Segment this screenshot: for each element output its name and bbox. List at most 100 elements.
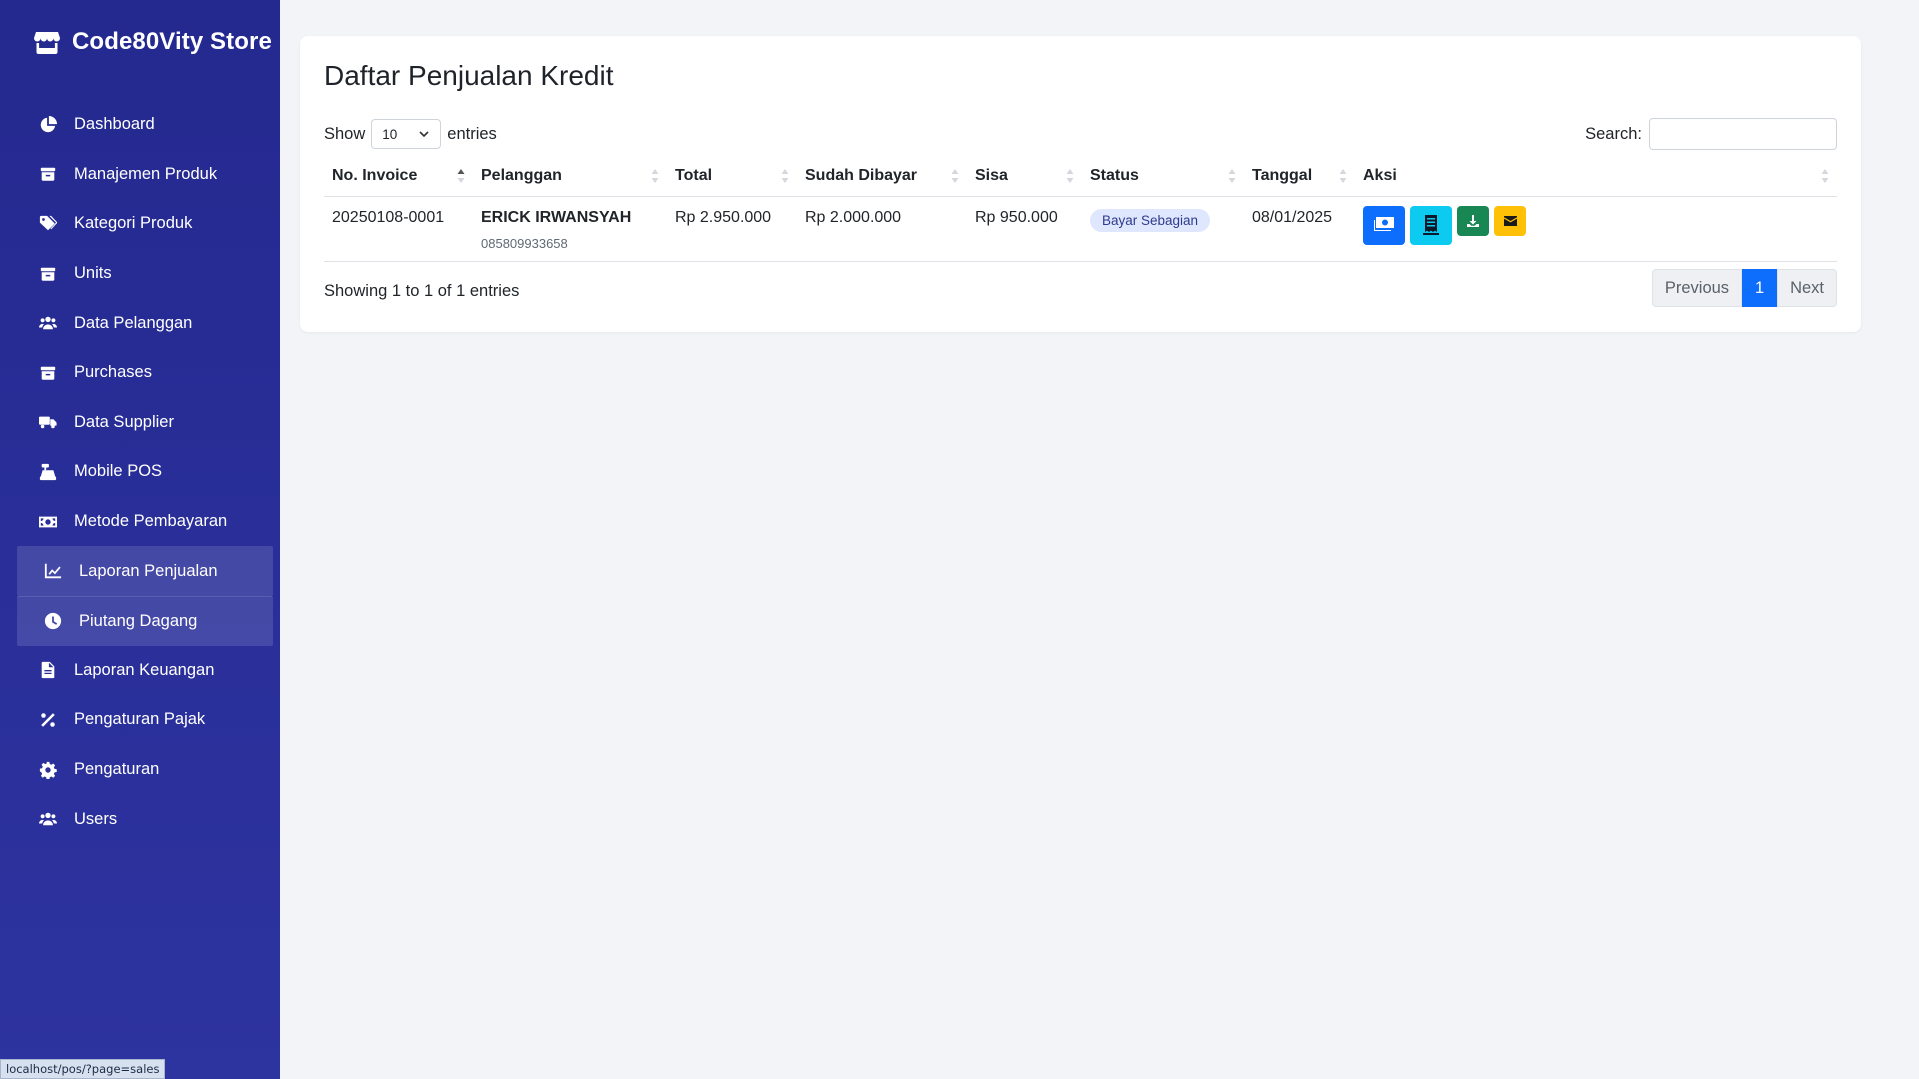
sidebar-item-piutang-dagang[interactable]: Piutang Dagang	[17, 595, 273, 646]
send-email-button[interactable]	[1494, 205, 1526, 236]
sidebar-item-label: Manajemen Produk	[74, 164, 218, 183]
sort-icon	[1339, 168, 1347, 183]
row-actions	[1363, 205, 1829, 245]
pagination-page-1[interactable]: 1	[1742, 269, 1778, 307]
clock-icon	[43, 611, 63, 631]
sidebar-item-label: Pengaturan	[74, 760, 160, 779]
cell-paid: Rp 2.000.000	[797, 196, 967, 262]
chevron-down-icon	[419, 131, 429, 138]
credit-sales-table: No. Invoice Pelanggan Total Sudah Dibaya…	[324, 156, 1837, 262]
sidebar-item-data-supplier[interactable]: Data Supplier	[0, 398, 280, 448]
cash-register-icon	[38, 462, 58, 482]
box-icon	[38, 264, 58, 284]
column-header-total[interactable]: Total	[667, 156, 797, 197]
file-icon	[38, 660, 58, 680]
table-row: 20250108-0001 ERICK IRWANSYAH 0858099336…	[324, 196, 1837, 262]
tags-icon	[38, 214, 58, 234]
sidebar-item-label: Units	[74, 264, 112, 283]
gear-icon	[38, 760, 58, 780]
sidebar-item-label: Dashboard	[74, 115, 155, 134]
search-input[interactable]	[1649, 118, 1837, 150]
entries-label: entries	[447, 124, 497, 143]
column-header-paid[interactable]: Sudah Dibayar	[797, 156, 967, 197]
entries-select-value: 10	[382, 126, 398, 142]
credit-sales-card: Daftar Penjualan Kredit Show 10 entries …	[300, 36, 1861, 332]
sidebar-item-purchases[interactable]: Purchases	[0, 348, 280, 398]
sort-icon	[651, 168, 659, 183]
sort-icon	[1066, 168, 1074, 183]
column-header-actions[interactable]: Aksi	[1355, 156, 1837, 197]
sidebar-item-label: Purchases	[74, 363, 152, 382]
search-control: Search:	[1585, 118, 1837, 150]
users-icon	[38, 809, 58, 829]
browser-status-url: localhost/pos/?page=sales	[0, 1059, 166, 1079]
show-label: Show	[324, 124, 366, 143]
sort-icon	[951, 168, 959, 183]
column-header-invoice[interactable]: No. Invoice	[324, 156, 473, 197]
entries-select[interactable]: 10	[371, 119, 442, 149]
line-chart-icon	[43, 561, 63, 581]
sidebar: Code80Vity Store Dashboard Manajemen Pro…	[0, 0, 280, 1079]
column-header-status[interactable]: Status	[1082, 156, 1244, 197]
column-header-customer[interactable]: Pelanggan	[473, 156, 667, 197]
sidebar-item-dashboard[interactable]: Dashboard	[0, 100, 280, 150]
sidebar-item-kategori-produk[interactable]: Kategori Produk	[0, 199, 280, 249]
cell-invoice: 20250108-0001	[324, 196, 473, 262]
sidebar-item-label: Piutang Dagang	[79, 611, 198, 630]
cell-actions	[1355, 196, 1837, 262]
pagination-next[interactable]: Next	[1777, 269, 1837, 307]
cell-customer: ERICK IRWANSYAH 085809933658	[473, 196, 667, 262]
page-title: Daftar Penjualan Kredit	[324, 60, 614, 91]
download-button[interactable]	[1457, 205, 1489, 236]
sidebar-item-laporan-keuangan[interactable]: Laporan Keuangan	[0, 646, 280, 696]
sidebar-item-label: Laporan Penjualan	[79, 561, 218, 580]
brand[interactable]: Code80Vity Store	[0, 0, 280, 84]
sidebar-item-manajemen-produk[interactable]: Manajemen Produk	[0, 150, 280, 200]
sidebar-item-data-pelanggan[interactable]: Data Pelanggan	[0, 298, 280, 348]
table-header-row: No. Invoice Pelanggan Total Sudah Dibaya…	[324, 156, 1837, 197]
pay-button[interactable]	[1363, 205, 1405, 245]
sort-asc-icon	[457, 168, 465, 183]
download-icon	[1467, 214, 1479, 227]
sidebar-item-mobile-pos[interactable]: Mobile POS	[0, 447, 280, 497]
column-header-date[interactable]: Tanggal	[1244, 156, 1355, 197]
sort-icon	[1228, 168, 1236, 183]
table-info: Showing 1 to 1 of 1 entries	[324, 282, 520, 300]
entries-length-control: Show 10 entries	[324, 119, 497, 149]
column-header-remaining[interactable]: Sisa	[967, 156, 1082, 197]
brand-title: Code80Vity Store	[72, 28, 272, 55]
sidebar-item-label: Metode Pembayaran	[74, 512, 228, 531]
table-toolbar: Show 10 entries Search:	[324, 118, 1837, 150]
sidebar-item-label: Pengaturan Pajak	[74, 710, 206, 729]
users-icon	[38, 313, 58, 333]
pagination-previous[interactable]: Previous	[1651, 269, 1743, 307]
sidebar-item-label: Kategori Produk	[74, 214, 193, 233]
customer-name: ERICK IRWANSYAH	[481, 208, 632, 226]
sidebar-item-label: Users	[74, 809, 118, 828]
cell-status: Bayar Sebagian	[1082, 196, 1244, 262]
money-bill-icon	[1374, 217, 1394, 231]
cell-date: 08/01/2025	[1244, 196, 1355, 262]
receipt-button[interactable]	[1410, 205, 1452, 245]
sidebar-item-label: Mobile POS	[74, 462, 163, 481]
sidebar-item-label: Data Supplier	[74, 412, 174, 431]
sidebar-nav: Dashboard Manajemen Produk Kategori Prod…	[0, 100, 280, 844]
receipt-icon	[1423, 215, 1439, 235]
sidebar-item-units[interactable]: Units	[0, 249, 280, 299]
money-bill-icon	[38, 512, 58, 532]
sidebar-item-metode-pembayaran[interactable]: Metode Pembayaran	[0, 497, 280, 547]
store-icon	[34, 32, 60, 54]
cell-total: Rp 2.950.000	[667, 196, 797, 262]
sidebar-item-laporan-penjualan[interactable]: Laporan Penjualan	[17, 546, 273, 596]
sidebar-item-users[interactable]: Users	[0, 794, 280, 844]
truck-icon	[38, 412, 58, 432]
status-badge: Bayar Sebagian	[1090, 208, 1211, 232]
sidebar-item-pengaturan-pajak[interactable]: Pengaturan Pajak	[0, 695, 280, 745]
sidebar-item-label: Laporan Keuangan	[74, 660, 215, 679]
sidebar-item-pengaturan[interactable]: Pengaturan	[0, 745, 280, 795]
box-icon	[38, 363, 58, 383]
pagination: Previous 1 Next	[1651, 269, 1837, 307]
box-icon	[38, 164, 58, 184]
envelope-icon	[1503, 215, 1517, 226]
cell-remaining: Rp 950.000	[967, 196, 1082, 262]
